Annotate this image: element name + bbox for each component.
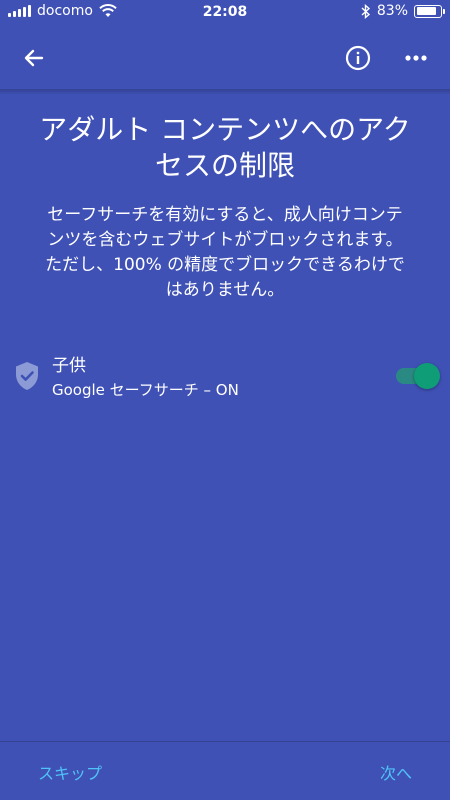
arrow-left-icon bbox=[24, 49, 44, 67]
battery-percent: 83% bbox=[376, 3, 408, 19]
setting-title: 子供 bbox=[52, 356, 86, 376]
next-button[interactable]: 次へ bbox=[380, 760, 412, 784]
more-horizontal-icon bbox=[405, 55, 427, 61]
app-bar-shadow bbox=[0, 89, 450, 95]
shield-check-icon bbox=[16, 362, 38, 390]
info-button[interactable] bbox=[338, 38, 378, 78]
page-description: セーフサーチを有効にすると、成人向けコンテンツを含むウェブサイトがブロックされま… bbox=[45, 205, 405, 300]
status-bar: docomo 22:08 83% bbox=[0, 0, 450, 26]
more-options-button[interactable] bbox=[396, 38, 436, 78]
bluetooth-icon bbox=[361, 3, 370, 19]
safesearch-toggle[interactable] bbox=[396, 363, 440, 389]
battery-level bbox=[416, 7, 436, 15]
skip-button[interactable]: スキップ bbox=[38, 760, 102, 784]
back-button[interactable] bbox=[14, 38, 54, 78]
safesearch-setting-row[interactable]: 子供 Google セーフサーチ – ON bbox=[0, 345, 450, 409]
setting-subtitle: Google セーフサーチ – ON bbox=[52, 381, 239, 399]
app-bar bbox=[0, 26, 450, 90]
page-title: アダルト コンテンツへのアクセスの制限 bbox=[39, 113, 411, 182]
status-right: 83% bbox=[361, 3, 445, 19]
battery-icon bbox=[414, 4, 445, 18]
info-icon bbox=[345, 45, 371, 71]
toggle-knob bbox=[414, 363, 440, 389]
bottom-divider bbox=[0, 741, 450, 742]
